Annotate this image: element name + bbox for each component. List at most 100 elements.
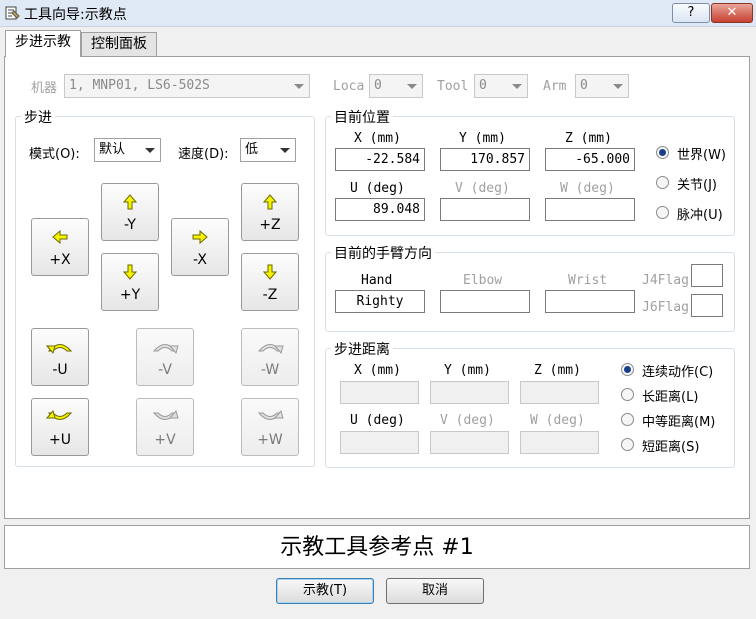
radio-pulse[interactable] (656, 206, 669, 219)
radio-medium[interactable] (621, 413, 634, 426)
dist-y-label: Y (mm) (444, 363, 491, 378)
jog-minus-w-button[interactable]: -W (241, 328, 299, 386)
jog-plus-y-button[interactable]: +Y (101, 253, 159, 311)
pos-x-field[interactable]: -22.584 (335, 148, 425, 171)
robot-select[interactable]: 1, MNP01, LS6-502S (64, 74, 310, 98)
close-button[interactable]: ✕ (711, 3, 753, 23)
pos-v-field[interactable] (440, 198, 530, 221)
dist-y-field[interactable] (430, 381, 509, 404)
pos-y-field[interactable]: 170.857 (440, 148, 530, 171)
rotate-ccw-icon (137, 338, 193, 360)
pos-w-field[interactable] (545, 198, 635, 221)
jog-plus-z-button[interactable]: +Z (241, 183, 299, 241)
jog-minus-u-label: -U (52, 362, 68, 378)
jog-minus-z-label: -Z (262, 287, 278, 303)
mode-select[interactable]: 默认 (94, 138, 161, 162)
wrist-field[interactable] (545, 290, 635, 313)
radio-world-label: 世界(W) (677, 148, 726, 163)
help-button[interactable]: ? (672, 3, 710, 23)
hand-field[interactable]: Righty (335, 290, 425, 313)
jog-plus-u-label: +U (49, 432, 71, 448)
dist-u-field[interactable] (340, 431, 419, 454)
rotate-cw-icon (242, 408, 298, 430)
mode-label: 模式(O): (29, 147, 80, 162)
pos-x-label: X (mm) (354, 131, 401, 146)
loca-label: Loca (333, 79, 365, 94)
rotate-ccw-icon (242, 338, 298, 360)
cancel-button[interactable]: 取消 (386, 578, 484, 604)
elbow-field[interactable] (440, 290, 530, 313)
jog-minus-u-button[interactable]: -U (31, 328, 89, 386)
radio-joint[interactable] (656, 176, 669, 189)
pos-u-label: U (deg) (350, 181, 405, 196)
robot-label: 机器 (31, 81, 58, 96)
arm-label: Arm (543, 79, 567, 94)
tab-control-panel[interactable]: 控制面板 (81, 32, 157, 56)
pos-w-label: W (deg) (560, 181, 615, 196)
pos-y-label: Y (mm) (459, 131, 506, 146)
dist-x-field[interactable] (340, 381, 419, 404)
radio-pulse-label: 脉冲(U) (677, 208, 723, 223)
jog-plus-x-label: +X (49, 252, 71, 268)
arrow-up-icon (242, 193, 298, 215)
status-message: 示教工具参考点 #1 (4, 525, 750, 569)
jog-minus-z-button[interactable]: -Z (241, 253, 299, 311)
jog-plus-w-button[interactable]: +W (241, 398, 299, 456)
jog-plus-y-label: +Y (119, 287, 141, 303)
jog-plus-v-button[interactable]: +V (136, 398, 194, 456)
hand-label: Hand (361, 273, 393, 288)
speed-select[interactable]: 低 (240, 138, 296, 162)
arrow-down-icon (242, 263, 298, 285)
radio-long[interactable] (621, 388, 634, 401)
arm-select[interactable]: 0 (575, 74, 629, 98)
wrist-label: Wrist (568, 273, 608, 288)
radio-continuous[interactable] (621, 363, 634, 376)
j4flag-label: J4Flag (642, 273, 689, 288)
radio-world[interactable] (656, 146, 669, 159)
arm-orientation-title: 目前的手臂方向 (331, 243, 435, 263)
teach-button[interactable]: 示教(T) (276, 578, 374, 604)
loca-select[interactable]: 0 (369, 74, 423, 98)
robot-select-value: 1, MNP01, LS6-502S (69, 78, 210, 93)
arrow-right-icon (172, 228, 228, 250)
rotate-cw-icon (32, 408, 88, 430)
window-title: 工具向导:示教点 (24, 7, 127, 23)
dist-z-label: Z (mm) (534, 363, 581, 378)
loca-select-value: 0 (374, 78, 382, 93)
speed-select-value: 低 (245, 142, 259, 157)
pos-u-field[interactable]: 89.048 (335, 198, 425, 221)
jog-minus-x-button[interactable]: -X (171, 218, 229, 276)
chevron-down-icon (407, 84, 417, 89)
jog-distance-title: 步进距离 (331, 339, 393, 359)
j6flag-field[interactable] (691, 294, 723, 317)
speed-label: 速度(D): (178, 147, 229, 162)
pos-v-label: V (deg) (455, 181, 510, 196)
radio-short[interactable] (621, 438, 634, 451)
tool-label: Tool (437, 79, 469, 94)
radio-short-label: 短距离(S) (642, 440, 700, 455)
jog-minus-v-button[interactable]: -V (136, 328, 194, 386)
j4flag-field[interactable] (691, 264, 723, 287)
jog-minus-x-label: -X (193, 252, 207, 268)
tab-step-teach[interactable]: 步进示教 (5, 30, 81, 57)
current-position-title: 目前位置 (331, 107, 393, 127)
rotate-cw-icon (137, 408, 193, 430)
tool-select[interactable]: 0 (474, 74, 528, 98)
pos-z-field[interactable]: -65.000 (545, 148, 635, 171)
dist-z-field[interactable] (520, 381, 599, 404)
jog-plus-z-label: +Z (259, 217, 281, 233)
radio-continuous-label: 连续动作(C) (642, 365, 714, 380)
jog-minus-y-button[interactable]: -Y (101, 183, 159, 241)
dist-w-field[interactable] (520, 431, 599, 454)
tool-wizard-icon (5, 6, 20, 20)
mode-select-value: 默认 (99, 142, 126, 157)
jog-plus-x-button[interactable]: +X (31, 218, 89, 276)
dist-v-field[interactable] (430, 431, 509, 454)
jog-minus-y-label: -Y (124, 217, 136, 233)
arrow-left-icon (32, 228, 88, 250)
jog-plus-u-button[interactable]: +U (31, 398, 89, 456)
jog-minus-v-label: -V (158, 362, 172, 378)
chevron-down-icon (145, 148, 155, 153)
elbow-label: Elbow (463, 273, 503, 288)
j6flag-label: J6Flag (642, 300, 689, 315)
